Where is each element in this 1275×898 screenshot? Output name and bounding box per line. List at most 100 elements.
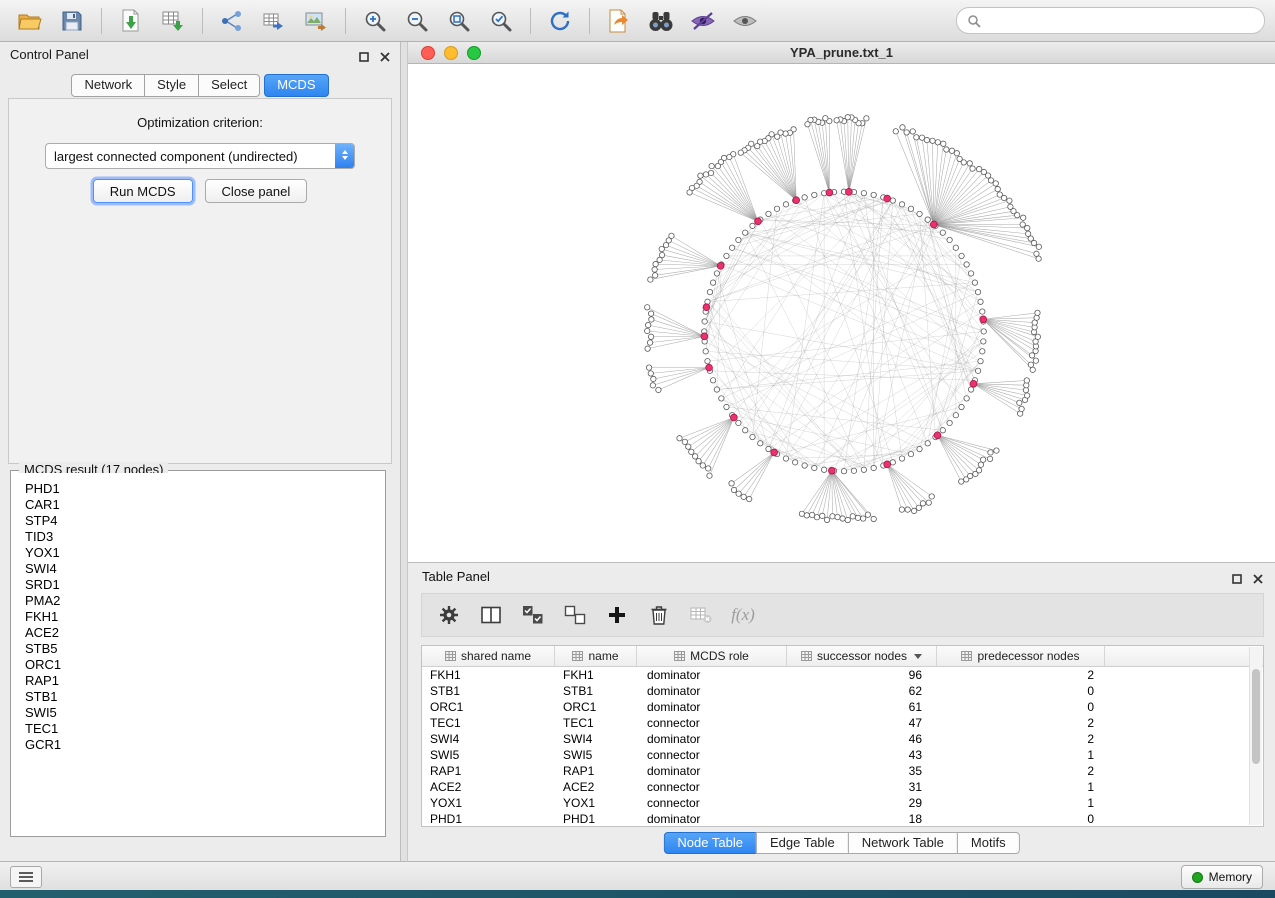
column-header-shared-name[interactable]: shared name (422, 646, 555, 666)
close-panel-button[interactable] (380, 49, 390, 67)
open-session-button[interactable] (10, 5, 50, 37)
zoom-fit-button[interactable] (439, 5, 479, 37)
table-cell: dominator (637, 764, 787, 778)
add-column-button[interactable] (604, 602, 630, 628)
mcds-result-item[interactable]: SRD1 (25, 577, 383, 593)
network-window-titlebar[interactable]: YPA_prune.txt_1 (408, 42, 1275, 64)
run-mcds-button[interactable]: Run MCDS (93, 179, 193, 203)
table-panel-tabs: Node Table Edge Table Network Table Moti… (663, 832, 1019, 854)
table-row[interactable]: FKH1FKH1dominator962 (422, 667, 1250, 683)
table-cell: RAP1 (422, 764, 555, 778)
close-panel-button[interactable] (1253, 571, 1263, 589)
mcds-result-item[interactable]: RAP1 (25, 673, 383, 689)
mcds-result-item[interactable]: STP4 (25, 513, 383, 529)
toolbar-separator (589, 8, 590, 34)
toolbar-separator (530, 8, 531, 34)
panel-splitter[interactable] (400, 42, 408, 861)
deselect-all-button[interactable] (562, 602, 588, 628)
mcds-result-item[interactable]: PHD1 (25, 481, 383, 497)
table-row[interactable]: YOX1YOX1connector291 (422, 795, 1250, 811)
column-header-name[interactable]: name (555, 646, 637, 666)
mcds-result-item[interactable]: SWI4 (25, 561, 383, 577)
tab-mcds[interactable]: MCDS (264, 74, 328, 97)
window-minimize-button[interactable] (444, 46, 458, 60)
dropdown-stepper[interactable] (335, 144, 354, 168)
search-input[interactable] (987, 13, 1254, 29)
mcds-result-item[interactable]: PMA2 (25, 593, 383, 609)
table-row[interactable]: STB1STB1dominator620 (422, 683, 1250, 699)
zoom-selected-button[interactable] (481, 5, 521, 37)
export-network-button[interactable] (212, 5, 252, 37)
tab-network[interactable]: Network (71, 74, 145, 97)
mcds-result-list[interactable]: PHD1CAR1STP4TID3YOX1SWI4SRD1PMA2FKH1ACE2… (13, 473, 383, 834)
mcds-result-item[interactable]: SWI5 (25, 705, 383, 721)
zoom-in-button[interactable] (355, 5, 395, 37)
window-close-button[interactable] (421, 46, 435, 60)
mcds-result-item[interactable]: YOX1 (25, 545, 383, 561)
tab-select[interactable]: Select (198, 74, 260, 97)
mcds-result-item[interactable]: CAR1 (25, 497, 383, 513)
float-panel-button[interactable] (1232, 571, 1242, 589)
mcds-result-item[interactable]: STB1 (25, 689, 383, 705)
table-settings-button[interactable] (436, 602, 462, 628)
tab-node-table[interactable]: Node Table (663, 832, 757, 854)
close-panel-action-button[interactable]: Close panel (205, 179, 308, 203)
search-field[interactable] (956, 7, 1265, 34)
refresh-view-button[interactable] (540, 5, 580, 37)
select-all-button[interactable] (520, 602, 546, 628)
save-session-button[interactable] (52, 5, 92, 37)
table-cell: SWI5 (555, 748, 637, 762)
tab-edge-table[interactable]: Edge Table (756, 832, 849, 854)
export-table-button[interactable] (254, 5, 294, 37)
show-all-button[interactable] (725, 5, 765, 37)
column-header-predecessor-nodes[interactable]: predecessor nodes (937, 646, 1105, 666)
table-cell: 0 (937, 684, 1105, 698)
panel-menu-button[interactable] (10, 866, 42, 888)
delete-table-button[interactable] (688, 602, 714, 628)
zoom-out-button[interactable] (397, 5, 437, 37)
zoom-fit-icon (447, 9, 471, 33)
table-row[interactable]: SWI5SWI5connector431 (422, 747, 1250, 763)
tab-motifs[interactable]: Motifs (957, 832, 1020, 854)
memory-button[interactable]: Memory (1181, 865, 1263, 889)
delete-column-button[interactable] (646, 602, 672, 628)
table-scrollbar[interactable] (1249, 647, 1262, 825)
table-cell: connector (637, 796, 787, 810)
mcds-result-item[interactable]: GCR1 (25, 737, 383, 753)
import-table-button[interactable] (153, 5, 193, 37)
criterion-dropdown[interactable]: largest connected component (undirected) (45, 143, 355, 169)
mcds-result-item[interactable]: FKH1 (25, 609, 383, 625)
mcds-result-item[interactable]: TEC1 (25, 721, 383, 737)
column-grid-icon (572, 651, 583, 661)
table-row[interactable]: ACE2ACE2connector311 (422, 779, 1250, 795)
table-row[interactable]: ORC1ORC1dominator610 (422, 699, 1250, 715)
mcds-result-item[interactable]: ORC1 (25, 657, 383, 673)
column-header-successor-nodes[interactable]: successor nodes (787, 646, 937, 666)
share-document-button[interactable] (599, 5, 639, 37)
tab-style[interactable]: Style (144, 74, 199, 97)
window-maximize-button[interactable] (467, 46, 481, 60)
mcds-result-item[interactable]: ACE2 (25, 625, 383, 641)
split-panel-button[interactable] (478, 602, 504, 628)
mcds-result-item[interactable]: TID3 (25, 529, 383, 545)
export-image-button[interactable] (296, 5, 336, 37)
control-panel-header: Control Panel (0, 42, 400, 68)
table-cell: connector (637, 716, 787, 730)
column-grid-icon (674, 651, 685, 661)
scrollbar-thumb[interactable] (1252, 669, 1260, 764)
network-canvas[interactable] (408, 64, 1275, 562)
tab-network-table[interactable]: Network Table (848, 832, 958, 854)
import-network-button[interactable] (111, 5, 151, 37)
hide-selected-button[interactable] (683, 5, 723, 37)
table-row[interactable]: TEC1TEC1connector472 (422, 715, 1250, 731)
float-panel-button[interactable] (359, 49, 369, 67)
search-network-button[interactable] (641, 5, 681, 37)
table-row[interactable]: RAP1RAP1dominator352 (422, 763, 1250, 779)
sort-descending-icon (914, 654, 922, 659)
mcds-result-item[interactable]: STB5 (25, 641, 383, 657)
column-label: name (588, 649, 618, 663)
table-row[interactable]: SWI4SWI4dominator462 (422, 731, 1250, 747)
function-builder-button[interactable]: f(x) (730, 602, 756, 628)
table-row[interactable]: PHD1PHD1dominator180 (422, 811, 1250, 827)
column-header-mcds-role[interactable]: MCDS role (637, 646, 787, 666)
